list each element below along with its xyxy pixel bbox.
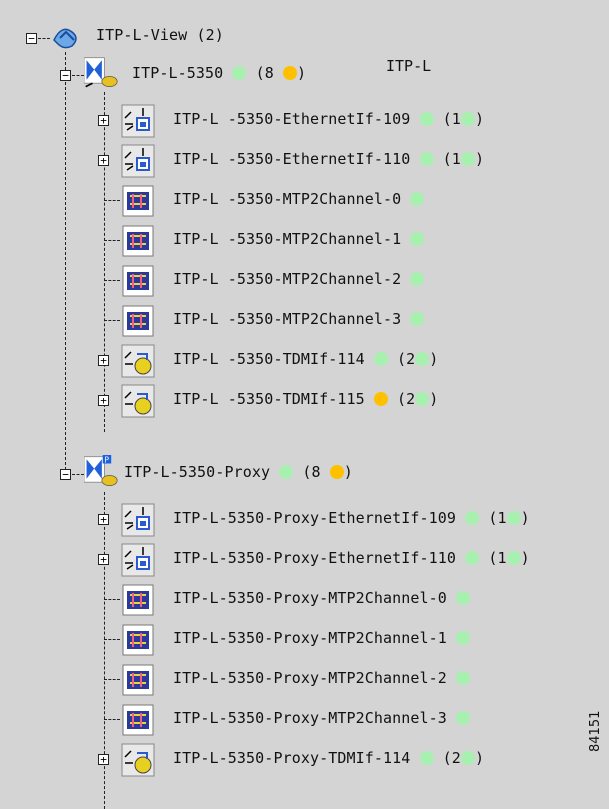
expand-toggle[interactable]: + [98, 115, 109, 126]
status-dot-orange [373, 392, 388, 406]
status-dot-green [456, 711, 471, 725]
view-icon [53, 28, 77, 49]
status-dot-green [415, 352, 430, 366]
root-label[interactable]: ITP-L-View (2) [96, 26, 224, 44]
status-dot-green [419, 152, 434, 166]
status-dot-green [460, 152, 475, 166]
interface-label[interactable]: ITP-L -5350-TDMIf-115 (2) [173, 390, 438, 408]
expand-toggle[interactable]: + [98, 155, 109, 166]
status-dot-green [373, 352, 388, 366]
node-proxy-collapse-toggle[interactable]: − [60, 469, 71, 480]
status-dot-green [460, 112, 475, 126]
status-dot-green [410, 192, 425, 206]
node-5350-collapse-toggle[interactable]: − [60, 70, 71, 81]
mtp2-interface-icon [121, 663, 155, 697]
overlay-label: ITP-L [386, 57, 432, 75]
status-dot-green [232, 66, 247, 80]
interface-label[interactable]: ITP-L -5350-MTP2Channel-0 [173, 190, 425, 208]
mtp2-interface-icon [121, 703, 155, 737]
status-dot-green [460, 751, 475, 765]
tree-connector [104, 679, 120, 680]
router-icon [84, 57, 118, 88]
interface-label[interactable]: ITP-L-5350-Proxy-EthernetIf-110 (1) [173, 549, 530, 567]
interface-label[interactable]: ITP-L-5350-Proxy-MTP2Channel-2 [173, 669, 471, 687]
expand-toggle[interactable]: + [98, 514, 109, 525]
mtp2-interface-icon [121, 224, 155, 258]
interface-label[interactable]: ITP-L -5350-TDMIf-114 (2) [173, 350, 438, 368]
mtp2-interface-icon [121, 583, 155, 617]
interface-label[interactable]: ITP-L-5350-Proxy-MTP2Channel-0 [173, 589, 471, 607]
status-dot-green [279, 465, 294, 479]
interface-label[interactable]: ITP-L-5350-Proxy-MTP2Channel-1 [173, 629, 471, 647]
tdm-interface-icon [121, 384, 155, 418]
status-dot-green [419, 751, 434, 765]
tree-connector [104, 280, 120, 281]
mtp2-interface-icon [121, 623, 155, 657]
interface-label[interactable]: ITP-L-5350-Proxy-MTP2Channel-3 [173, 709, 471, 727]
tree-connector [104, 639, 120, 640]
node-proxy-label[interactable]: ITP-L-5350-Proxy (8 ) [124, 463, 353, 481]
interface-label[interactable]: ITP-L -5350-MTP2Channel-1 [173, 230, 425, 248]
status-dot-green [456, 591, 471, 605]
expand-toggle[interactable]: + [98, 754, 109, 765]
ethernet-interface-icon [121, 144, 155, 178]
mtp2-interface-icon [121, 184, 155, 218]
root-collapse-toggle[interactable]: − [26, 33, 37, 44]
status-dot-green [410, 312, 425, 326]
interface-label[interactable]: ITP-L -5350-MTP2Channel-3 [173, 310, 425, 328]
status-dot-green [506, 551, 521, 565]
status-dot-green [506, 511, 521, 525]
status-dot-green [419, 112, 434, 126]
node-5350-label[interactable]: ITP-L-5350 (8 ) [132, 64, 306, 82]
ethernet-interface-icon [121, 543, 155, 577]
expand-toggle[interactable]: + [98, 355, 109, 366]
interface-label[interactable]: ITP-L -5350-EthernetIf-110 (1) [173, 150, 484, 168]
proxy-router-icon: P [84, 455, 118, 487]
expand-toggle[interactable]: + [98, 395, 109, 406]
tree-connector [104, 200, 120, 201]
figure-id: 84151 [588, 710, 603, 752]
tree-connector [104, 599, 120, 600]
interface-label[interactable]: ITP-L-5350-Proxy-TDMIf-114 (2) [173, 749, 484, 767]
mtp2-interface-icon [121, 264, 155, 298]
interface-label[interactable]: ITP-L -5350-MTP2Channel-2 [173, 270, 425, 288]
ethernet-interface-icon [121, 503, 155, 537]
status-dot-green [465, 551, 480, 565]
mtp2-interface-icon [121, 304, 155, 338]
tree-connector [104, 320, 120, 321]
status-dot-green [456, 631, 471, 645]
tdm-interface-icon [121, 344, 155, 378]
status-dot-green [456, 671, 471, 685]
tree-connector [104, 719, 120, 720]
interface-label[interactable]: ITP-L -5350-EthernetIf-109 (1) [173, 110, 484, 128]
topology-tree: − ITP-L-View (2) ITP-L − ITP-L-5350 (8 )… [0, 0, 609, 809]
status-dot-green [415, 392, 430, 406]
status-dot-orange [329, 465, 344, 479]
status-dot-green [410, 232, 425, 246]
status-dot-green [410, 272, 425, 286]
ethernet-interface-icon [121, 104, 155, 138]
tree-connector [104, 240, 120, 241]
interface-label[interactable]: ITP-L-5350-Proxy-EthernetIf-109 (1) [173, 509, 530, 527]
expand-toggle[interactable]: + [98, 554, 109, 565]
status-dot-orange [283, 66, 297, 80]
tdm-interface-icon [121, 743, 155, 777]
status-dot-green [465, 511, 480, 525]
svg-text:P: P [104, 456, 109, 465]
